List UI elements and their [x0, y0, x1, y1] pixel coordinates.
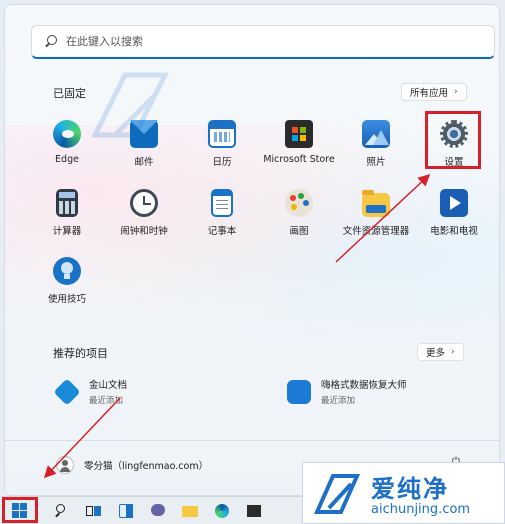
file-explorer-taskbar-icon[interactable]: [180, 501, 200, 521]
watermark-badge: 爱纯净 aichunjing.com: [302, 462, 505, 524]
watermark-cn: 爱纯净: [371, 475, 449, 503]
annotation-arrows: [43, 173, 431, 479]
edge-taskbar-icon[interactable]: [212, 501, 232, 521]
chat-icon[interactable]: [148, 501, 168, 521]
taskbar-search-icon[interactable]: [52, 501, 72, 521]
store-taskbar-icon[interactable]: [244, 501, 264, 521]
watermark-logo-icon: [313, 474, 361, 514]
watermark-en: aichunjing.com: [371, 502, 471, 517]
task-view-icon[interactable]: [84, 501, 104, 521]
arrow-to-settings: [335, 173, 431, 263]
widgets-icon[interactable]: [116, 501, 136, 521]
arrow-to-start: [43, 397, 121, 479]
start-highlight-box: [2, 497, 38, 523]
